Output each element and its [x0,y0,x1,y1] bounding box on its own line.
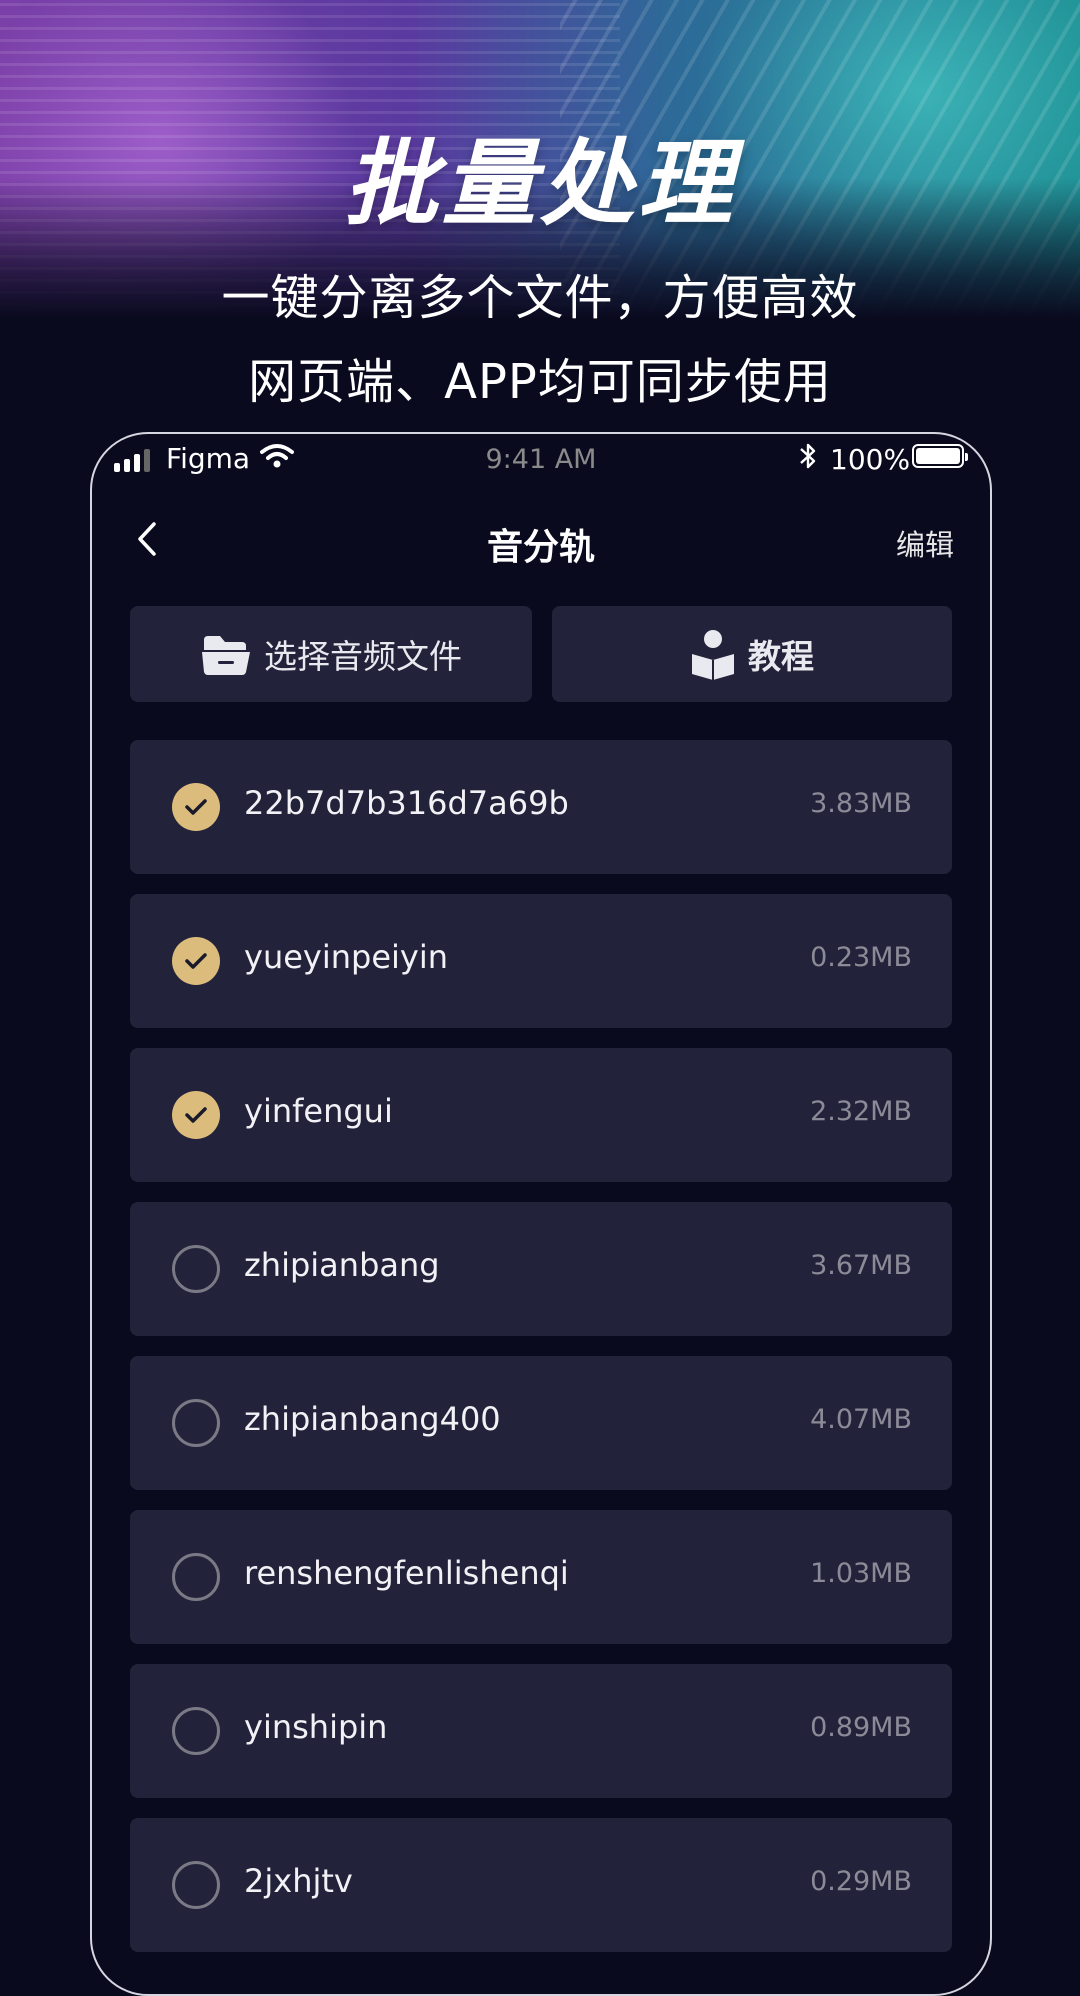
file-size: 4.07MB [810,1404,912,1435]
file-name: 2jxhjtv [244,1862,353,1900]
promo-title: 批量处理 [343,130,736,239]
file-size: 0.29MB [810,1866,912,1897]
checked-circle-icon[interactable] [172,937,220,985]
file-row[interactable]: zhipianbang 3.67MB [130,1202,952,1336]
file-size: 2.32MB [810,1096,912,1127]
file-name: renshengfenlishenqi [244,1554,569,1592]
file-name: zhipianbang [244,1246,440,1284]
select-audio-file-label: 选择音频文件 [264,637,462,676]
phone-mockup: Figma 9:41 AM 100% 音分轨 编辑 选择音频文件 教程 22b7… [90,432,992,1996]
file-row[interactable]: 22b7d7b316d7a69b 3.83MB [130,740,952,874]
file-row[interactable]: yueyinpeiyin 0.23MB [130,894,952,1028]
select-audio-file-button[interactable]: 选择音频文件 [130,606,532,702]
file-name: yinshipin [244,1708,388,1746]
file-row[interactable]: zhipianbang400 4.07MB [130,1356,952,1490]
file-row[interactable]: 2jxhjtv 0.29MB [130,1818,952,1952]
page-title: 音分轨 [486,527,595,568]
promo-subtitle-line2: 网页端、APP均可同步使用 [248,354,832,410]
unchecked-circle-icon[interactable] [172,1707,220,1755]
tutorial-label: 教程 [748,637,814,676]
unchecked-circle-icon[interactable] [172,1399,220,1447]
file-name: yueyinpeiyin [244,938,449,976]
unchecked-circle-icon[interactable] [172,1861,220,1909]
status-bar: Figma 9:41 AM 100% [92,434,990,488]
battery-icon [912,444,968,468]
checked-circle-icon[interactable] [172,1091,220,1139]
file-size: 0.89MB [810,1712,912,1743]
battery-percent: 100% [830,443,911,476]
file-name: 22b7d7b316d7a69b [244,784,569,822]
promo-subtitle-line1: 一键分离多个文件，方便高效 [221,270,859,326]
folder-icon [202,636,250,675]
edit-button[interactable]: 编辑 [896,522,954,564]
file-name: yinfengui [244,1092,393,1130]
user-guide-icon [692,630,734,680]
file-size: 1.03MB [810,1558,912,1589]
file-row[interactable]: renshengfenlishenqi 1.03MB [130,1510,952,1644]
file-size: 3.83MB [810,788,912,819]
file-name: zhipianbang400 [244,1400,501,1438]
checked-circle-icon[interactable] [172,783,220,831]
file-size: 3.67MB [810,1250,912,1281]
file-row[interactable]: yinfengui 2.32MB [130,1048,952,1182]
nav-bar: 音分轨 编辑 [92,494,990,584]
file-row[interactable]: yinshipin 0.89MB [130,1664,952,1798]
unchecked-circle-icon[interactable] [172,1245,220,1293]
unchecked-circle-icon[interactable] [172,1553,220,1601]
file-size: 0.23MB [810,942,912,973]
bluetooth-icon [798,440,818,479]
tutorial-button[interactable]: 教程 [552,606,952,702]
